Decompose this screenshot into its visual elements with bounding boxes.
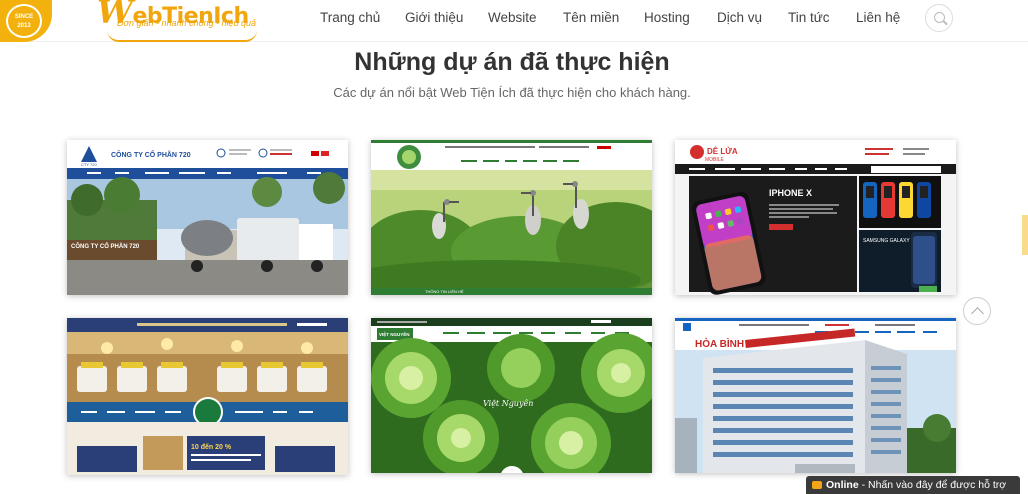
p3-brand-sub: MOBILE — [705, 157, 725, 163]
chat-support-bar[interactable]: Online - Nhấn vào đây để được hỗ trợ — [806, 476, 1020, 494]
p1-logo-text: CTY 720 — [81, 162, 97, 167]
logo-swoosh — [107, 30, 257, 42]
project-card-1[interactable]: CTY 720 CÔNG TY CỔ PHẦN 720 CÔNG TY CỔ P… — [67, 140, 348, 295]
chat-status: Online — [826, 479, 859, 491]
p1-sign: CÔNG TY CỔ PHẦN 720 — [71, 242, 140, 250]
p4-promo-banner: 10 đến 20 % — [191, 443, 232, 451]
nav-hosting[interactable]: Hosting — [644, 10, 690, 25]
project-thumbnail-5: VIỆT NGUYÊN Việt Nguyên — [371, 318, 652, 473]
p3-product-2: SAMSUNG GALAXY — [863, 238, 910, 244]
p3-product: IPHONE X — [769, 188, 812, 198]
p3-brand: DÊ LỬA — [707, 147, 738, 156]
back-to-top-icon[interactable] — [963, 297, 991, 325]
project-card-6[interactable]: HÒA BÌNH — [675, 318, 956, 473]
project-thumbnail-2: THÔNG TIN LIÊN HỆ — [371, 140, 652, 295]
chat-message: - Nhấn vào đây để được hỗ trợ — [858, 479, 1007, 491]
nav-contact[interactable]: Liên hệ — [856, 10, 900, 25]
since-badge: SINCE 2013 — [0, 0, 52, 42]
project-card-2[interactable]: THÔNG TIN LIÊN HỆ — [371, 140, 652, 295]
nav-website[interactable]: Website — [488, 10, 537, 25]
project-thumbnail-1: CTY 720 CÔNG TY CỔ PHẦN 720 CÔNG TY CỔ P… — [67, 140, 348, 295]
project-card-5[interactable]: VIỆT NGUYÊN Việt Nguyên — [371, 318, 652, 473]
right-edge-accent — [1022, 215, 1028, 255]
nav-domain[interactable]: Tên miền — [563, 10, 619, 25]
p5-brand: VIỆT NGUYÊN — [379, 330, 410, 337]
nav-services[interactable]: Dịch vụ — [717, 10, 762, 25]
project-thumbnail-6: HÒA BÌNH — [675, 318, 956, 473]
p5-slogan: Việt Nguyên — [483, 399, 533, 408]
since-badge-seal: SINCE 2013 — [6, 4, 42, 38]
project-card-4[interactable]: 10 đến 20 % — [67, 318, 348, 475]
section-subtitle: Các dự án nổi bật Web Tiện Ích đã thực h… — [333, 85, 691, 100]
logo-tagline: Đơn giản - nhanh chóng - hiệu quả — [117, 18, 257, 28]
since-badge-line2: 2013 — [17, 23, 31, 29]
nav-about[interactable]: Giới thiệu — [405, 10, 463, 25]
p6-brand: HÒA BÌNH — [695, 337, 744, 350]
project-thumbnail-3: DÊ LỬA MOBILE IPHONE X SAMSUNG GALAXY — [675, 140, 956, 295]
section-title: Những dự án đã thực hiện — [354, 48, 670, 76]
search-icon[interactable] — [925, 4, 953, 32]
chat-bubble-icon — [812, 481, 822, 489]
project-card-3[interactable]: DÊ LỬA MOBILE IPHONE X SAMSUNG GALAXY — [675, 140, 956, 295]
project-thumbnail-4: 10 đến 20 % — [67, 318, 348, 475]
p2-footer-label: THÔNG TIN LIÊN HỆ — [425, 289, 464, 294]
since-badge-line1: SINCE — [14, 14, 34, 20]
nav-news[interactable]: Tin tức — [788, 10, 830, 25]
site-logo[interactable]: WebTienIch Đơn giản - nhanh chóng - hiệu… — [97, 0, 257, 42]
site-header: SINCE 2013 WebTienIch Đơn giản - nhanh c… — [0, 0, 1028, 42]
nav-home[interactable]: Trang chủ — [320, 10, 380, 25]
